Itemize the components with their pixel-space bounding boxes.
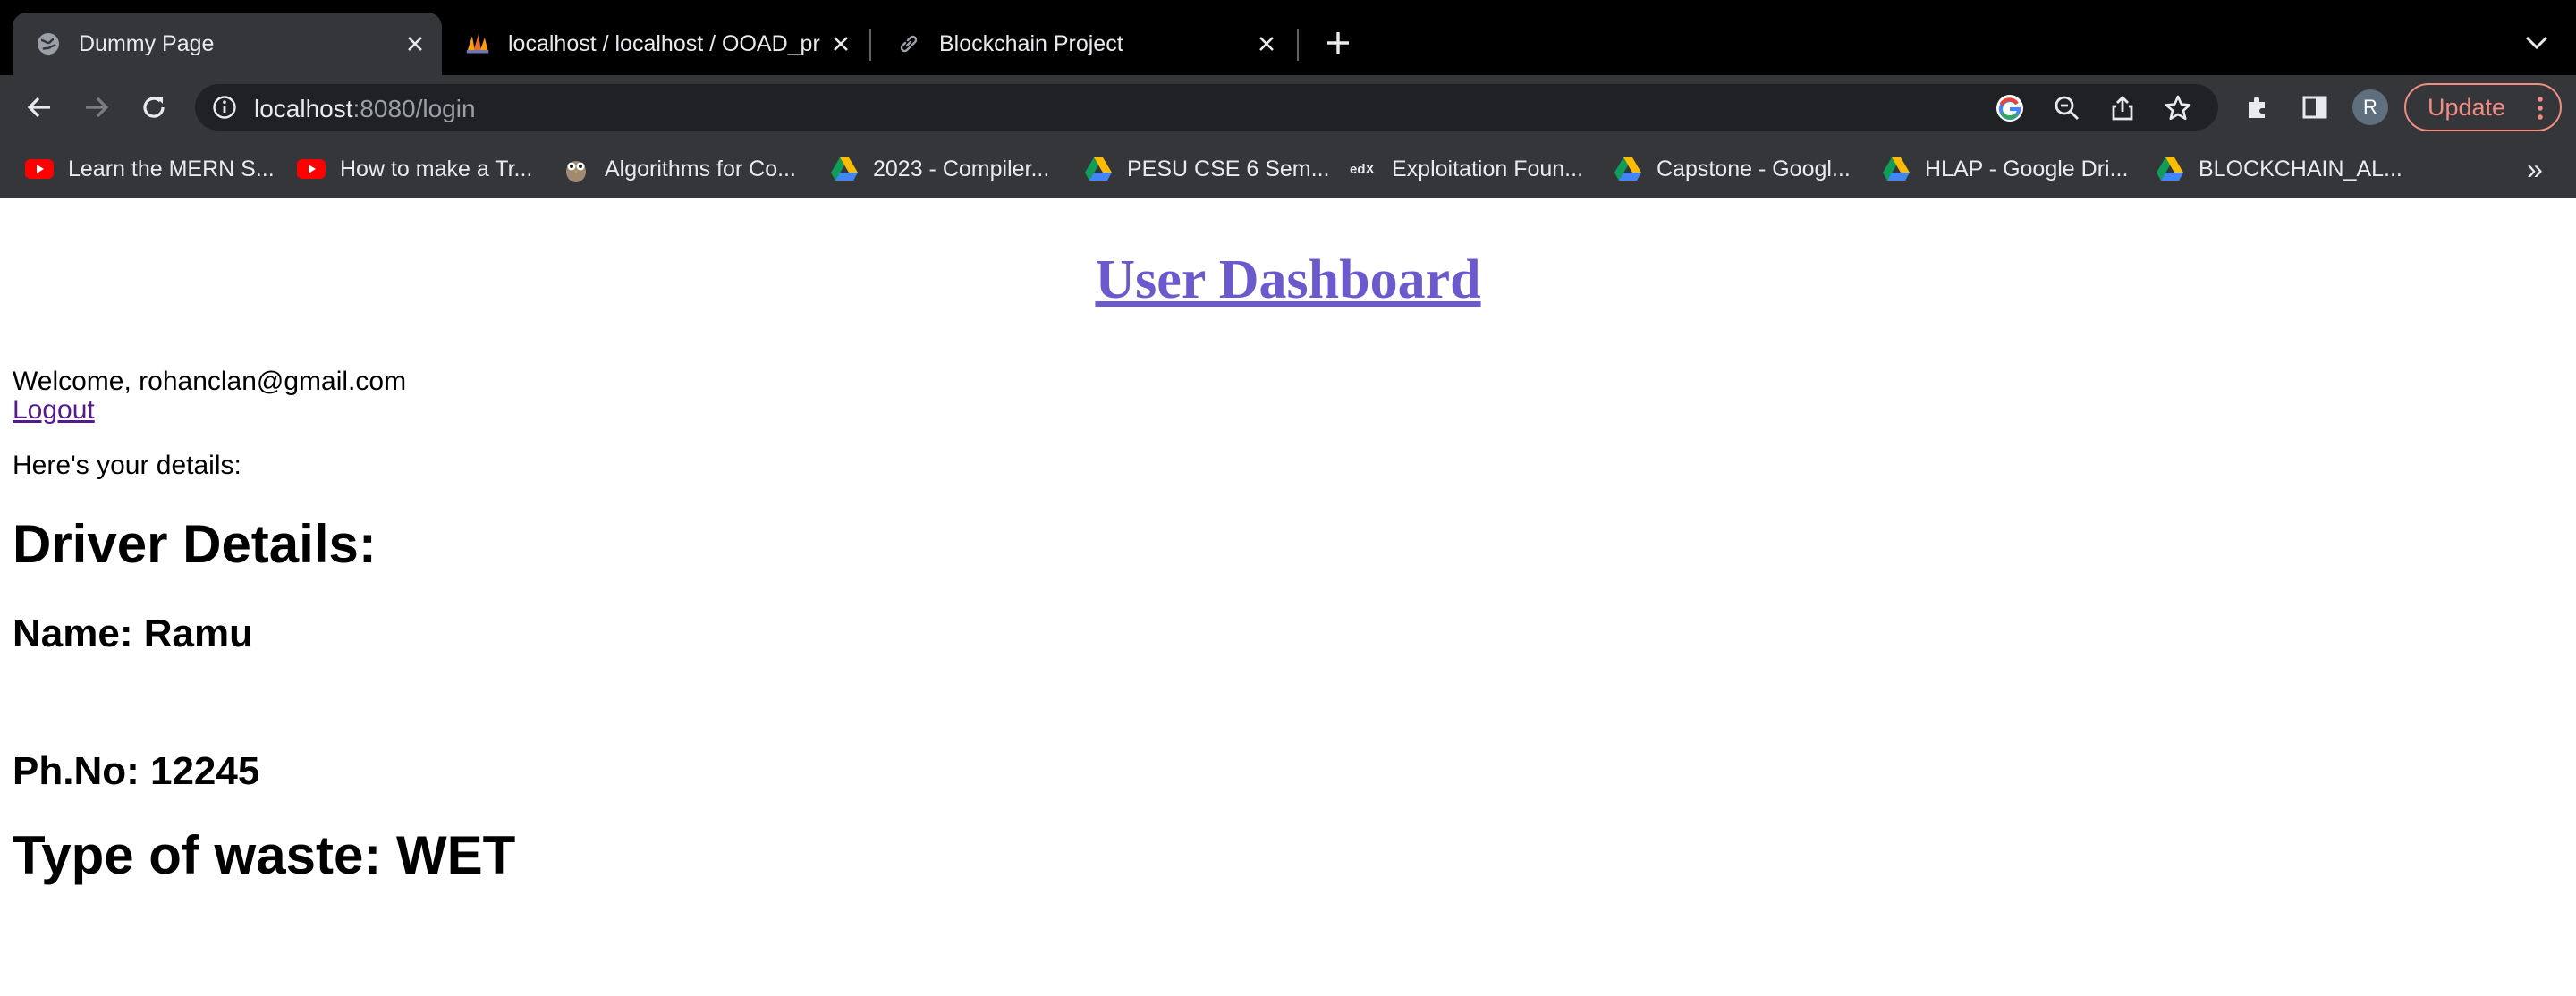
google-drive-icon [1084, 155, 1113, 183]
page-content: User Dashboard Welcome, rohanclan@gmail.… [0, 198, 2576, 996]
zoom-icon[interactable] [2052, 93, 2082, 123]
youtube-icon [25, 155, 54, 183]
bookmark-item[interactable]: Algorithms for Co... [562, 152, 796, 186]
bookmarks-overflow-button[interactable]: » [2521, 152, 2549, 186]
google-drive-icon [2156, 155, 2184, 183]
logout-link[interactable]: Logout [13, 395, 95, 426]
back-button[interactable] [21, 89, 57, 125]
page-title-link[interactable]: User Dashboard [1095, 249, 1480, 310]
google-drive-icon [1614, 155, 1642, 183]
owl-icon [562, 155, 590, 183]
bookmark-label: Exploitation Foun... [1392, 156, 1584, 181]
close-icon[interactable] [823, 26, 859, 62]
tab-separator [1297, 29, 1299, 61]
more-vertical-icon [2538, 97, 2543, 120]
phpmyadmin-icon [465, 31, 490, 56]
bookmark-star-icon[interactable] [2163, 93, 2193, 123]
bookmark-item[interactable]: 2023 - Compiler... [830, 152, 1049, 186]
url-host: localhost [254, 95, 353, 122]
site-info-icon[interactable] [211, 94, 238, 121]
welcome-text: Welcome, rohanclan@gmail.com [13, 367, 407, 396]
bookmarks-bar: Learn the MERN S... How to make a Tr... … [0, 139, 2576, 198]
google-drive-icon [830, 155, 859, 183]
bookmark-item[interactable]: BLOCKCHAIN_AL... [2156, 152, 2402, 186]
url-text[interactable]: localhost:8080/login [254, 95, 476, 123]
driver-details-heading: Driver Details: [13, 514, 377, 574]
link-icon [896, 31, 921, 56]
url-path: :8080/login [352, 95, 476, 122]
bookmark-item[interactable]: Learn the MERN S... [25, 152, 275, 186]
bookmark-item[interactable]: How to make a Tr... [297, 152, 532, 186]
tab-strip: Dummy Page localhost / localhost / OOAD_… [0, 0, 2576, 75]
google-drive-icon [1882, 155, 1911, 183]
youtube-icon [297, 155, 326, 183]
tab-blockchain-project[interactable]: Blockchain Project [873, 13, 1293, 75]
extensions-icon[interactable] [2241, 91, 2274, 123]
update-button[interactable]: Update [2404, 83, 2562, 131]
bookmark-label: BLOCKCHAIN_AL... [2199, 156, 2402, 181]
bookmark-label: How to make a Tr... [340, 156, 533, 181]
tab-title: localhost / localhost / OOAD_pr [508, 30, 820, 56]
profile-avatar[interactable]: R [2352, 89, 2388, 125]
svg-text:edX: edX [1350, 162, 1375, 177]
driver-name: Name: Ramu [13, 612, 253, 655]
google-lens-icon[interactable] [1995, 93, 2025, 123]
bookmark-label: HLAP - Google Dri... [1925, 156, 2129, 181]
browser-toolbar: localhost:8080/login R Update [0, 75, 2576, 139]
waste-type: Type of waste: WET [13, 825, 516, 885]
bookmark-label: Capstone - Googl... [1657, 156, 1851, 181]
bookmark-item[interactable]: edX Exploitation Foun... [1349, 152, 1583, 186]
reload-icon [143, 97, 165, 118]
plus-icon [1327, 32, 1349, 54]
bookmark-item[interactable]: Capstone - Googl... [1614, 152, 1851, 186]
bookmark-label: 2023 - Compiler... [873, 156, 1050, 181]
side-panel-icon[interactable] [2299, 91, 2331, 123]
globe-icon [36, 31, 61, 56]
bookmark-label: Learn the MERN S... [68, 156, 275, 181]
arrow-right-icon [86, 97, 109, 118]
reload-button[interactable] [136, 89, 172, 125]
bookmark-label: Algorithms for Co... [605, 156, 796, 181]
arrow-left-icon [27, 97, 50, 118]
page-title: User Dashboard [0, 249, 2576, 312]
tab-title: Blockchain Project [939, 30, 1123, 56]
details-intro: Here's your details: [13, 451, 242, 480]
edx-icon: edX [1349, 155, 1377, 183]
tab-phpmyadmin[interactable]: localhost / localhost / OOAD_pr [442, 13, 868, 75]
chevron-down-icon [2525, 36, 2548, 50]
forward-button[interactable] [79, 89, 114, 125]
close-icon[interactable] [1249, 26, 1284, 62]
bookmark-item[interactable]: HLAP - Google Dri... [1882, 152, 2128, 186]
close-icon[interactable] [397, 26, 433, 62]
tab-search-button[interactable] [2521, 27, 2553, 59]
bookmark-label: PESU CSE 6 Sem... [1127, 156, 1330, 181]
update-label: Update [2428, 93, 2506, 121]
share-icon[interactable] [2107, 93, 2138, 123]
bookmark-item[interactable]: PESU CSE 6 Sem... [1084, 152, 1329, 186]
tab-title: Dummy Page [79, 30, 215, 56]
tab-dummy-page[interactable]: Dummy Page [13, 13, 442, 75]
address-bar[interactable]: localhost:8080/login [195, 84, 2218, 131]
new-tab-button[interactable] [1320, 25, 1356, 61]
tab-separator [869, 29, 871, 61]
driver-phone: Ph.No: 12245 [13, 749, 260, 793]
